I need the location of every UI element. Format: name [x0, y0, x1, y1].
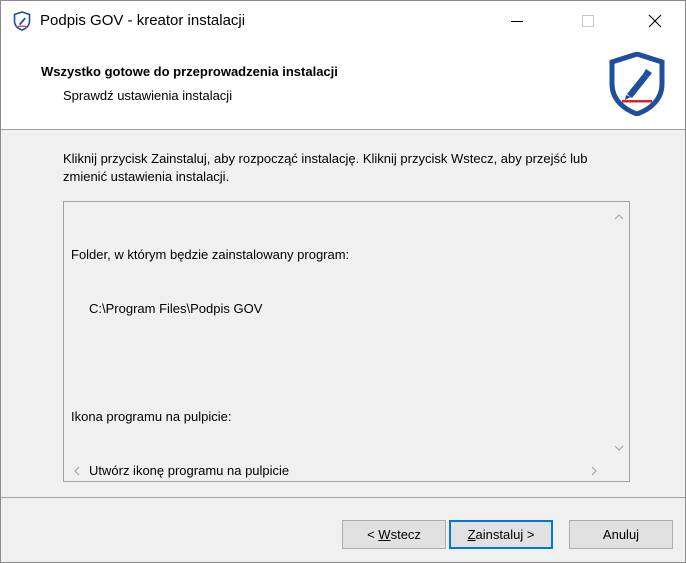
cancel-button[interactable]: Anuluj [569, 520, 673, 549]
close-button[interactable] [632, 1, 678, 40]
summary-line: C:\Program Files\Podpis GOV [89, 301, 263, 316]
minimize-icon [511, 20, 523, 22]
minimize-button[interactable] [494, 1, 540, 40]
summary-line: Ikona programu na pulpicie: [71, 409, 232, 424]
maximize-icon [582, 14, 594, 27]
page-subtitle: Sprawdź ustawienia instalacji [63, 88, 233, 103]
summary-line [71, 354, 607, 372]
page-title: Wszystko gotowe do przeprowadzenia insta… [41, 64, 338, 79]
back-button[interactable]: < Wstecz [342, 520, 446, 549]
footer-divider [1, 497, 685, 498]
install-label-rest: ainstaluj > [475, 527, 535, 542]
shield-pen-logo-icon [609, 52, 665, 116]
install-button[interactable]: Zainstaluj > [449, 520, 553, 549]
summary-line: Folder, w którym będzie zainstalowany pr… [71, 247, 350, 262]
scrollbar-corner [608, 460, 629, 481]
instruction-text: Kliknij przycisk Zainstaluj, aby rozpocz… [63, 151, 588, 184]
summary-content: Folder, w którym będzie zainstalowany pr… [71, 210, 607, 478]
installer-window: Podpis GOV - kreator instalacji Wszystko… [0, 0, 686, 563]
summary-memo[interactable]: Folder, w którym będzie zainstalowany pr… [63, 201, 630, 482]
back-label-prefix: < [367, 527, 379, 542]
horizontal-scrollbar[interactable] [64, 460, 608, 481]
scroll-left-icon[interactable] [66, 460, 87, 481]
install-label-mnemonic: Z [467, 527, 476, 542]
maximize-button[interactable] [565, 1, 611, 40]
back-label-rest: stecz [390, 527, 421, 542]
app-shield-icon [13, 11, 31, 31]
scroll-up-icon[interactable] [608, 206, 629, 227]
vertical-scrollbar[interactable] [608, 202, 629, 460]
close-icon [648, 14, 662, 27]
back-label-mnemonic: W [378, 527, 391, 542]
scroll-right-icon[interactable] [583, 460, 604, 481]
scroll-down-icon[interactable] [608, 437, 629, 458]
title-bar[interactable]: Podpis GOV - kreator instalacji [1, 1, 685, 40]
window-title: Podpis GOV - kreator instalacji [40, 12, 246, 29]
wizard-header: Wszystko gotowe do przeprowadzenia insta… [1, 40, 685, 130]
